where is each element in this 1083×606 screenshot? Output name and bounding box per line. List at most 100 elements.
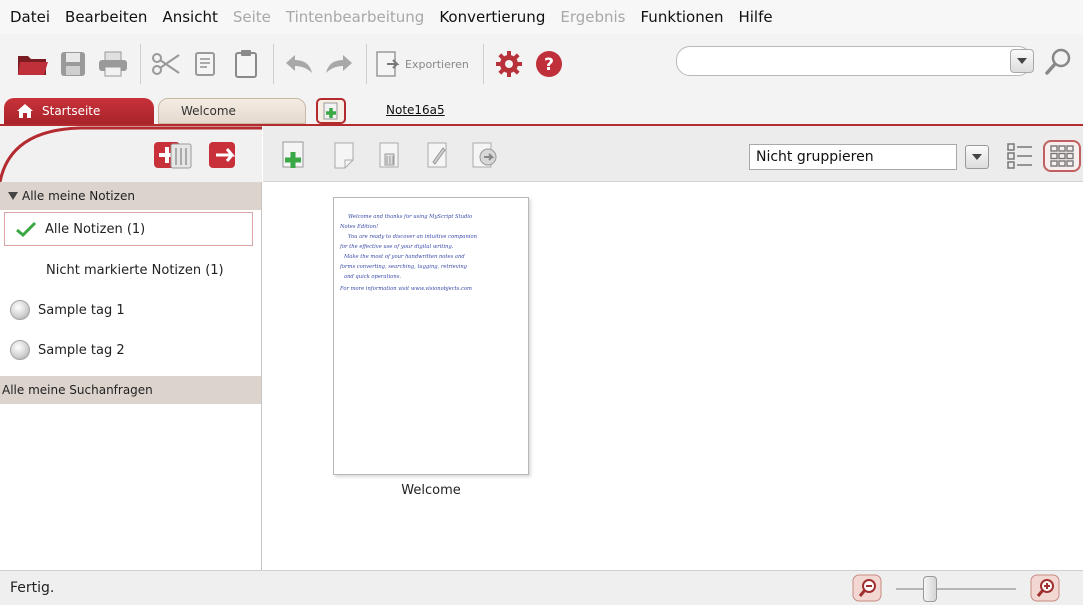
menu-konvertierung[interactable]: Konvertierung <box>439 8 545 26</box>
print-icon[interactable] <box>96 44 130 84</box>
grid-view-icon <box>1050 145 1074 167</box>
export-tag-button[interactable] <box>208 140 238 170</box>
menu-bearbeiten[interactable]: Bearbeiten <box>65 8 147 26</box>
list-view-icon <box>1007 143 1032 169</box>
status-text: Fertig. <box>10 580 55 596</box>
menu-tintenbearbeitung: Tintenbearbeitung <box>285 8 425 26</box>
trash-icon <box>170 143 192 169</box>
zoom-out-button[interactable] <box>852 574 882 602</box>
sidebar-tag-label: Sample tag 2 <box>38 342 125 358</box>
toolbar-separator <box>273 44 274 84</box>
zoom-in-button[interactable] <box>1030 574 1060 602</box>
new-tab-button[interactable] <box>316 98 346 124</box>
menu-ansicht[interactable]: Ansicht <box>162 8 217 26</box>
menu-hilfe[interactable]: Hilfe <box>738 8 772 26</box>
export-icon <box>376 51 400 77</box>
sidebar-item-unmarked-notes[interactable]: Nicht markierte Notizen (1) <box>0 250 261 290</box>
toolbar-separator <box>482 44 484 84</box>
main-toolbar: Exportieren ? <box>0 34 1083 94</box>
add-note-icon <box>323 102 338 120</box>
tab-welcome[interactable]: Welcome <box>158 98 306 124</box>
group-by-select[interactable]: Nicht gruppieren <box>749 144 957 170</box>
search-input[interactable] <box>676 46 1032 76</box>
handwriting-line: Welcome and thanks for using MyScript St… <box>348 214 472 220</box>
export-note-icon <box>472 142 497 168</box>
paste-icon[interactable] <box>229 44 263 84</box>
export-button[interactable]: Exportieren <box>375 50 469 78</box>
group-notes-label: Alle meine Notizen <box>22 189 135 203</box>
save-icon[interactable] <box>56 44 90 84</box>
sidebar-tag-2[interactable]: Sample tag 2 <box>0 330 261 370</box>
notes-toolbar: Nicht gruppieren <box>263 126 1083 182</box>
menu-datei[interactable]: Datei <box>10 8 50 26</box>
notes-sidebar: Alle meine Notizen Alle Notizen (1) Nich… <box>0 126 262 570</box>
zoom-slider-thumb[interactable] <box>922 576 937 602</box>
list-view-button[interactable] <box>1005 141 1035 171</box>
settings-gear-icon[interactable] <box>492 44 526 84</box>
note-thumbnail[interactable]: Welcome and thanks for using MyScript St… <box>333 197 529 475</box>
copy-icon[interactable] <box>189 44 223 84</box>
svg-text:?: ? <box>544 55 554 75</box>
handwriting-line: For more information visit www.visionobj… <box>339 286 472 292</box>
tab-startseite-label: Startseite <box>42 104 101 118</box>
group-by-value: Nicht gruppieren <box>756 149 874 165</box>
triangle-down-icon <box>8 192 18 200</box>
sidebar-item-all-notes[interactable]: Alle Notizen (1) <box>4 212 253 246</box>
handwriting-line: and quick operations. <box>344 274 401 280</box>
edit-ink-button[interactable] <box>423 140 453 170</box>
tab-welcome-label: Welcome <box>181 104 236 118</box>
note-title[interactable]: Welcome <box>333 483 529 498</box>
delete-tag-button[interactable] <box>166 140 196 170</box>
note-link[interactable]: Note16a5 <box>386 103 445 117</box>
menu-ergebnis: Ergebnis <box>560 8 626 26</box>
zoom-out-icon <box>852 574 882 602</box>
handwriting-line: Notes Edition! <box>339 224 378 230</box>
status-bar: Fertig. <box>0 570 1083 605</box>
export-note-button[interactable] <box>469 140 499 170</box>
undo-icon[interactable] <box>282 44 316 84</box>
chevron-down-icon <box>1017 58 1027 64</box>
group-header-searches[interactable]: Alle meine Suchanfragen <box>0 376 261 404</box>
toolbar-separator <box>366 44 367 84</box>
export-label: Exportieren <box>405 57 469 71</box>
trash-icon <box>379 142 399 168</box>
pen-note-icon <box>427 142 447 168</box>
add-note-icon <box>282 141 304 168</box>
group-by-dropdown-button[interactable] <box>965 145 989 169</box>
menu-bar: Datei Bearbeiten Ansicht Seite Tintenbearbei… <box>0 0 1083 34</box>
help-icon[interactable]: ? <box>532 44 566 84</box>
export-arrow-icon <box>209 142 236 168</box>
menu-funktionen[interactable]: Funktionen <box>641 8 724 26</box>
handwriting-line: forms converting, searching, tagging, re… <box>339 264 468 270</box>
sidebar-item-label: Alle Notizen (1) <box>45 221 146 237</box>
search-dropdown-button[interactable] <box>1010 49 1034 73</box>
tag-ball-icon <box>10 300 30 320</box>
sidebar-tag-label: Sample tag 1 <box>38 302 125 318</box>
checkmark-icon <box>16 221 37 237</box>
open-folder-icon[interactable] <box>16 44 50 84</box>
notes-grid: Welcome and thanks for using MyScript St… <box>263 183 1083 570</box>
group-header-notes[interactable]: Alle meine Notizen <box>0 182 261 210</box>
tab-startseite[interactable]: Startseite <box>4 98 154 124</box>
edit-note-button[interactable] <box>329 140 359 170</box>
redo-icon[interactable] <box>322 44 356 84</box>
delete-note-button[interactable] <box>375 140 405 170</box>
zoom-slider-track[interactable] <box>896 588 1016 590</box>
sidebar-tag-1[interactable]: Sample tag 1 <box>0 290 261 330</box>
tab-bar: Startseite Welcome Note16a5 <box>0 94 1083 126</box>
sidebar-header <box>0 126 262 182</box>
grid-view-button[interactable] <box>1043 140 1081 172</box>
toolbar-separator <box>140 44 141 84</box>
search-icon <box>1045 48 1071 75</box>
tag-ball-icon <box>10 340 30 360</box>
group-searches-label: Alle meine Suchanfragen <box>2 383 153 397</box>
search-button[interactable] <box>1039 45 1077 79</box>
handwriting-line: You are ready to discover an intuitive c… <box>348 234 477 240</box>
handwriting-preview: Welcome and thanks for using MyScript St… <box>339 214 477 292</box>
home-icon <box>17 104 33 118</box>
chevron-down-icon <box>972 154 982 160</box>
cut-icon[interactable] <box>149 44 183 84</box>
handwriting-line: Make the most of your handwritten notes … <box>343 254 465 260</box>
sidebar-item-label: Nicht markierte Notizen (1) <box>46 262 224 278</box>
new-note-button[interactable] <box>279 140 309 170</box>
